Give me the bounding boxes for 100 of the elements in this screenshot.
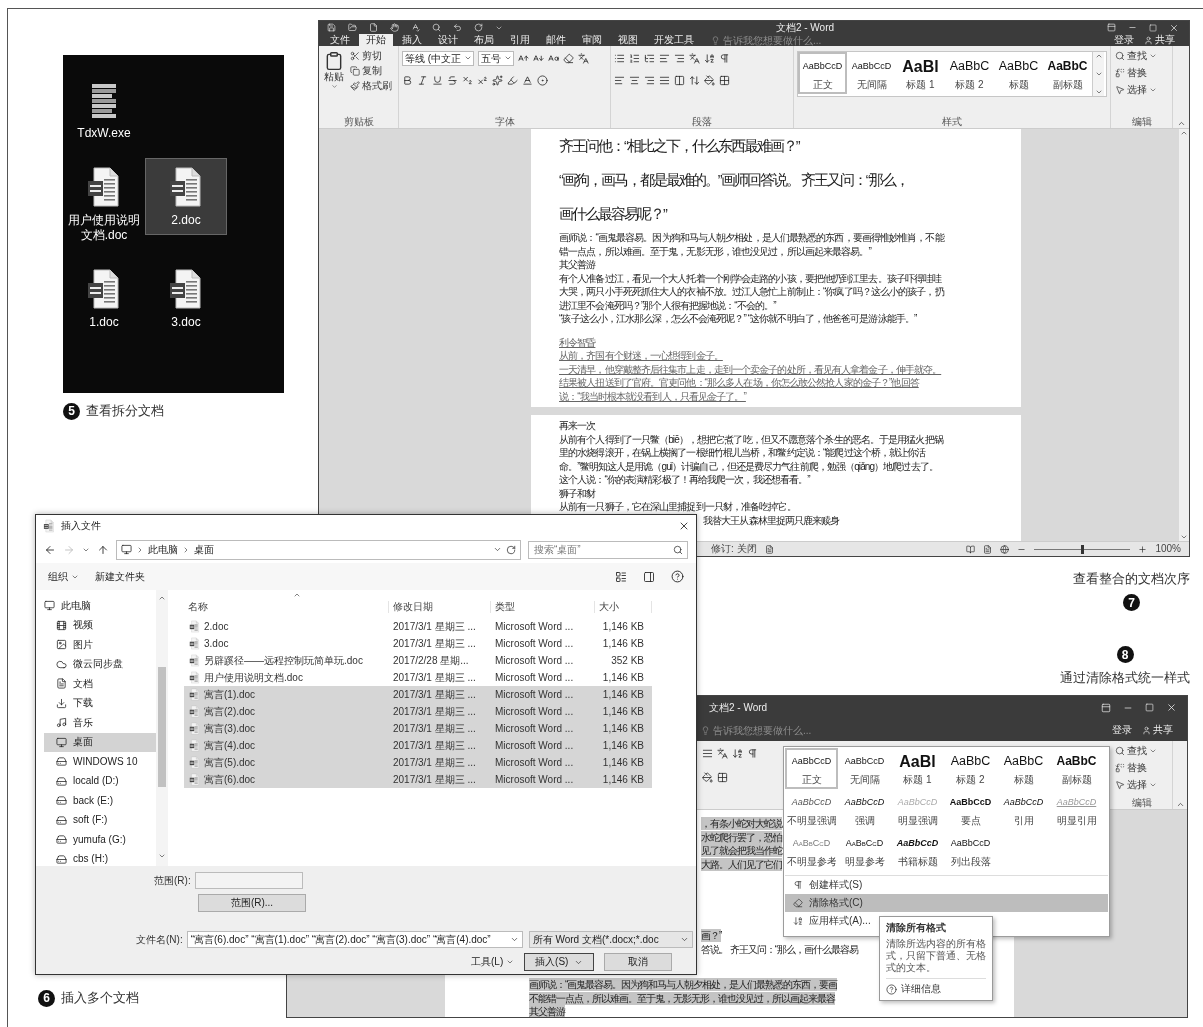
ribbon-tab[interactable]: 插入 bbox=[395, 34, 429, 46]
file-row[interactable]: 寓言(1).doc 2017/3/1 星期三 ... Microsoft Word ... 1,146 KB bbox=[184, 686, 652, 703]
caret-icon[interactable] bbox=[493, 545, 502, 554]
file-type-select[interactable]: 所有 Word 文档(*.docx;*.doc bbox=[528, 931, 693, 948]
menu-item[interactable]: 创建样式(S) bbox=[785, 876, 1108, 894]
view-options-icon[interactable] bbox=[615, 570, 627, 583]
phonetic-guide-icon[interactable] bbox=[578, 52, 589, 64]
menu-item[interactable]: 清除格式(C) bbox=[785, 894, 1108, 912]
navigation-item[interactable]: 视频 bbox=[44, 615, 156, 635]
ribbon-options-icon[interactable] bbox=[1101, 702, 1111, 713]
italic-icon[interactable] bbox=[417, 74, 428, 86]
tell-me-field[interactable]: 告诉我您想要做什么... bbox=[723, 34, 863, 46]
ribbon-tab[interactable]: 开始 bbox=[359, 34, 393, 46]
column-header[interactable]: 修改日期 bbox=[389, 601, 491, 613]
collapse-ribbon-icon[interactable] bbox=[1175, 800, 1185, 809]
navigation-item[interactable]: 桌面 bbox=[44, 732, 156, 752]
scroll-up-icon[interactable] bbox=[158, 594, 166, 602]
font-name-field[interactable]: 等线 (中文正 bbox=[402, 50, 474, 66]
bullets-icon[interactable] bbox=[614, 52, 625, 64]
chinese-layout-icon[interactable] bbox=[717, 747, 728, 759]
navigation-item[interactable]: cbs (H:) bbox=[44, 849, 156, 869]
file-row[interactable]: 寓言(5).doc 2017/3/1 星期三 ... Microsoft Word ... 1,146 KB bbox=[184, 754, 652, 771]
replace-button[interactable]: 替换 bbox=[1114, 761, 1169, 775]
grow-font-icon[interactable] bbox=[518, 52, 529, 64]
share-button[interactable]: 共享 bbox=[1140, 34, 1179, 46]
navigation-item[interactable]: 下载 bbox=[44, 693, 156, 713]
tell-me-field[interactable]: 告诉我您想要做什么... bbox=[713, 724, 853, 736]
print-preview-icon[interactable] bbox=[432, 23, 441, 32]
select-button[interactable]: 选择 bbox=[1114, 83, 1169, 97]
new-document-icon[interactable] bbox=[369, 23, 378, 32]
bold-icon[interactable] bbox=[402, 74, 413, 86]
line-spacing-icon[interactable] bbox=[689, 74, 700, 86]
replace-button[interactable]: 替换 bbox=[1114, 66, 1169, 80]
organize-button[interactable]: 组织 bbox=[48, 570, 79, 583]
scroll-down-icon[interactable] bbox=[1180, 533, 1188, 541]
cut-button[interactable]: 剪切 bbox=[349, 49, 395, 63]
maximize-icon[interactable] bbox=[1145, 703, 1154, 712]
navigation-item[interactable]: 此电脑 bbox=[44, 596, 156, 616]
sign-in-link[interactable]: 登录 bbox=[1108, 724, 1136, 736]
refresh-icon[interactable] bbox=[506, 544, 516, 555]
underline-icon[interactable] bbox=[432, 74, 443, 86]
scroll-down-icon[interactable] bbox=[158, 852, 166, 860]
zoom-reading[interactable]: 100% bbox=[1155, 543, 1181, 555]
justify-icon[interactable] bbox=[659, 74, 670, 86]
file-name-field[interactable]: “寓言(6).doc” “寓言(1).doc” “寓言(2).doc” “寓言(3).doc” “寓言(4).doc” bbox=[186, 931, 523, 948]
spelling-icon[interactable] bbox=[411, 23, 420, 32]
font-size-field[interactable]: 五号 bbox=[478, 50, 514, 66]
scroll-down-icon[interactable] bbox=[1094, 70, 1103, 78]
ribbon-options-icon[interactable] bbox=[1107, 23, 1116, 32]
file-row[interactable]: 另辟蹊径——远程控制玩简单玩.doc 2017/2/28 星期... Microsoft Word ... 352 KB bbox=[184, 652, 652, 669]
find-button[interactable]: 查找 bbox=[1114, 744, 1169, 758]
select-button[interactable]: 选择 bbox=[1114, 778, 1169, 792]
ribbon-tab[interactable]: 邮件 bbox=[539, 34, 573, 46]
shading-icon[interactable] bbox=[704, 74, 715, 86]
zoom-in-icon[interactable] bbox=[1138, 544, 1148, 554]
collapse-ribbon-icon[interactable] bbox=[1176, 119, 1186, 128]
navigation-item[interactable]: soft (F:) bbox=[44, 810, 156, 830]
ribbon-tab[interactable]: 设计 bbox=[431, 34, 465, 46]
column-header[interactable]: 大小 bbox=[595, 601, 652, 613]
desktop-file[interactable]: 用户使用说明文档.doc bbox=[63, 158, 145, 250]
align-right-icon[interactable] bbox=[644, 74, 655, 86]
eraser-icon[interactable] bbox=[563, 52, 574, 64]
highlighter-icon[interactable] bbox=[507, 74, 518, 86]
ribbon-tab[interactable]: 引用 bbox=[503, 34, 537, 46]
borders-icon[interactable] bbox=[719, 74, 730, 86]
navigation-item[interactable]: 图片 bbox=[44, 635, 156, 655]
sign-in-link[interactable]: 登录 bbox=[1110, 34, 1138, 46]
maximize-icon[interactable] bbox=[1149, 23, 1157, 32]
more-info-link[interactable]: 详细信息 bbox=[886, 983, 986, 995]
undo-icon[interactable] bbox=[453, 23, 462, 32]
justify-icon[interactable] bbox=[702, 747, 713, 759]
shrink-font-icon[interactable] bbox=[533, 52, 544, 64]
multilevel-list-icon[interactable] bbox=[644, 52, 655, 64]
tools-button[interactable]: 工具(L) bbox=[471, 956, 515, 968]
chinese-layout-icon[interactable] bbox=[689, 52, 700, 64]
redo-icon[interactable] bbox=[474, 23, 483, 32]
web-layout-icon[interactable] bbox=[1000, 544, 1010, 554]
range-button[interactable]: 范围(R)... bbox=[198, 894, 306, 912]
text-effects-icon[interactable] bbox=[492, 74, 503, 86]
style-option[interactable]: AaBbCcD 正文 bbox=[798, 52, 847, 94]
borders-icon[interactable] bbox=[717, 771, 728, 783]
desktop-file[interactable]: TdxW.exe bbox=[63, 71, 145, 148]
distribute-icon[interactable] bbox=[674, 74, 685, 86]
print-layout-icon[interactable] bbox=[983, 544, 993, 554]
navigation-item[interactable]: 音乐 bbox=[44, 713, 156, 733]
ribbon-tab[interactable]: 开发工具 bbox=[647, 34, 701, 46]
shading-icon[interactable] bbox=[702, 771, 713, 783]
ribbon-tab[interactable]: 审阅 bbox=[575, 34, 609, 46]
insert-button[interactable]: 插入(S) bbox=[524, 953, 595, 971]
scrollbar[interactable] bbox=[1179, 129, 1189, 541]
column-header[interactable]: 类型 bbox=[491, 601, 595, 613]
cancel-button[interactable]: 取消 bbox=[604, 953, 673, 971]
sort-icon[interactable] bbox=[732, 747, 743, 759]
address-bar[interactable]: 此电脑 桌面 bbox=[116, 539, 521, 560]
file-row[interactable]: 用户使用说明文档.doc 2017/3/1 星期三 ... Microsoft Word ... 1,146 KB bbox=[184, 669, 652, 686]
folder-icon[interactable] bbox=[348, 23, 357, 32]
range-field[interactable] bbox=[194, 872, 303, 889]
navigation-item[interactable]: locald (D:) bbox=[44, 771, 156, 791]
ribbon-tab[interactable]: 视图 bbox=[611, 34, 645, 46]
enclose-character-icon[interactable] bbox=[537, 74, 548, 86]
